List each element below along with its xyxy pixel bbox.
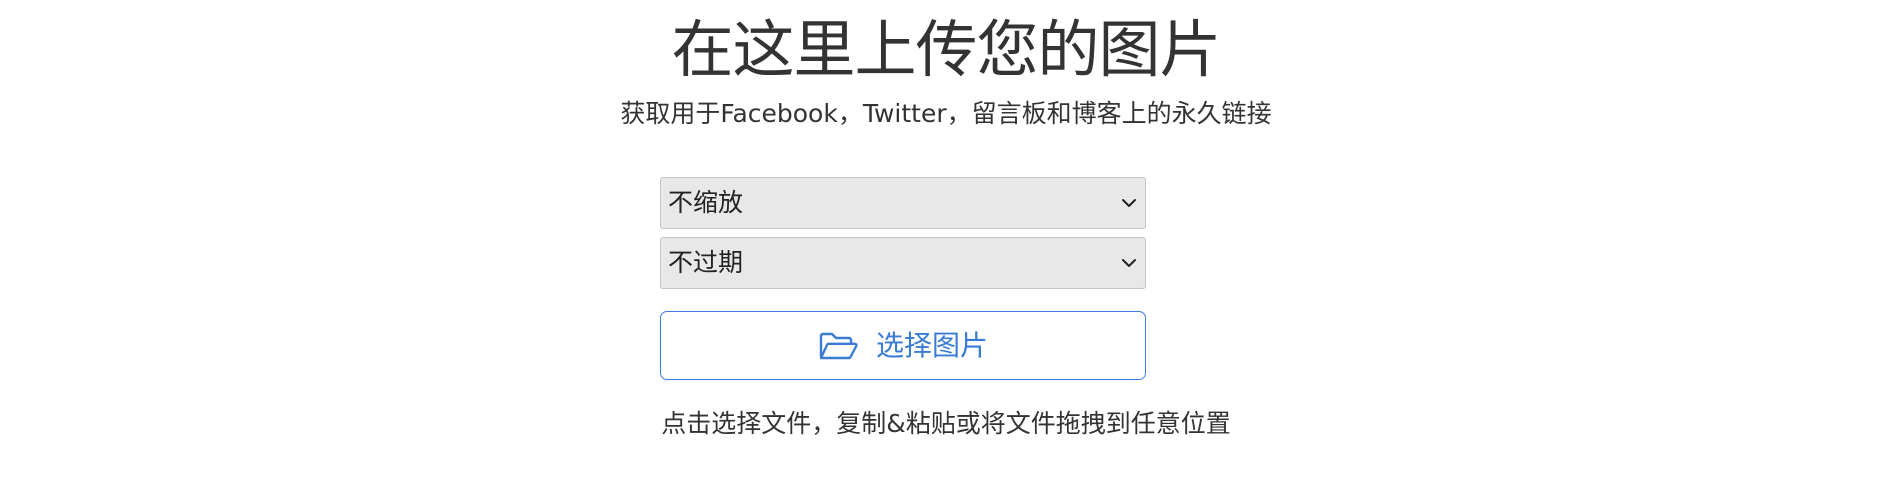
choose-image-label: 选择图片: [875, 328, 988, 362]
page-title: 在这里上传您的图片: [671, 13, 1221, 86]
folder-open-icon: [819, 332, 858, 359]
choose-image-button[interactable]: 选择图片: [660, 311, 1146, 380]
expire-select-value: 不过期: [668, 248, 744, 277]
upload-hint: 点击选择文件，复制&粘贴或将文件拖拽到任意位置: [661, 409, 1231, 438]
resize-select[interactable]: 不缩放: [660, 177, 1146, 229]
expire-select[interactable]: 不过期: [660, 237, 1146, 289]
resize-select-value: 不缩放: [668, 188, 744, 217]
page-subtitle: 获取用于Facebook，Twitter，留言板和博客上的永久链接: [620, 99, 1272, 128]
upload-page: 在这里上传您的图片 获取用于Facebook，Twitter，留言板和博客上的永…: [0, 0, 1892, 493]
chevron-down-icon: [1122, 199, 1136, 207]
chevron-down-icon: [1122, 259, 1136, 267]
